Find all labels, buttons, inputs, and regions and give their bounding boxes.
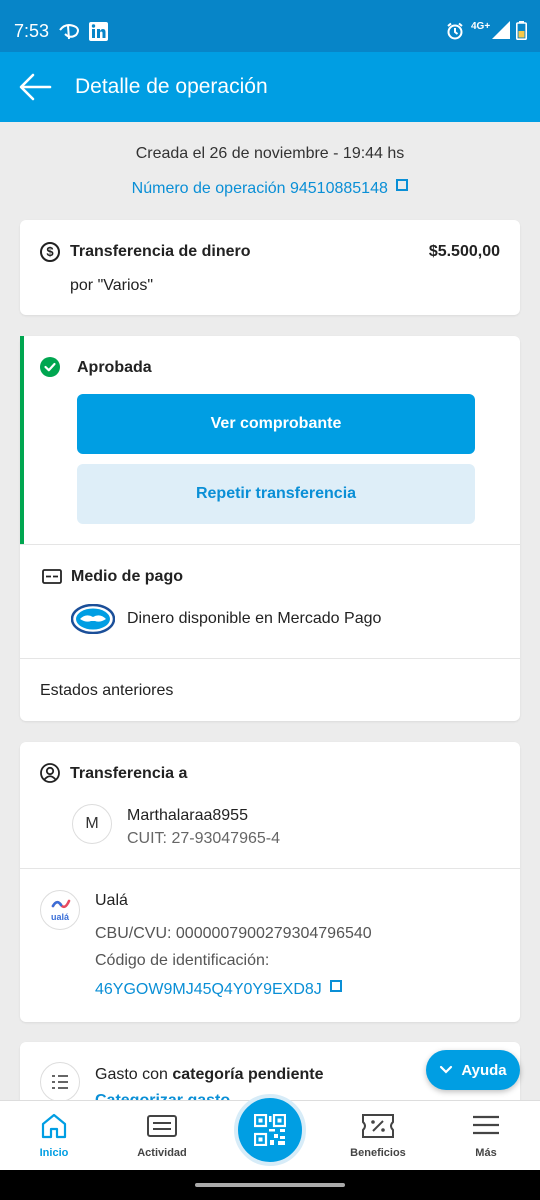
bank-logo-text: ualá	[50, 912, 69, 922]
linkedin-icon	[89, 22, 108, 41]
status-time: 7:53	[14, 21, 50, 41]
recipient-title: Transferencia a	[70, 765, 188, 782]
help-button[interactable]: Ayuda	[426, 1050, 520, 1090]
repeat-transfer-button[interactable]: Repetir transferencia	[77, 464, 475, 524]
alarm-icon	[447, 22, 463, 40]
id-value-copy[interactable]: 46YGOW9MJ45Q4Y0Y9EXD8J	[95, 980, 343, 999]
activity-icon	[147, 1115, 177, 1137]
nav-actividad[interactable]: Actividad	[108, 1101, 216, 1171]
copy-icon[interactable]	[396, 179, 409, 191]
home-icon	[41, 1113, 67, 1139]
app-bar: Detalle de operación	[0, 52, 540, 122]
nav-inicio[interactable]: Inicio	[0, 1101, 108, 1171]
copy-icon[interactable]	[330, 980, 343, 992]
recipient-cuit: CUIT: 27-93047965-4	[127, 830, 280, 847]
payment-title: Medio de pago	[71, 568, 183, 585]
status-card: Aprobada Ver comprobante Repetir transfe…	[20, 336, 520, 721]
list-icon	[40, 1062, 80, 1102]
divider	[20, 544, 520, 545]
nav-beneficios[interactable]: Beneficios	[324, 1101, 432, 1171]
bank-name: Ualá	[95, 892, 128, 909]
network-label: 4G+	[471, 21, 491, 32]
ticket-icon	[362, 1114, 394, 1138]
bank-logo: ualá	[40, 890, 80, 930]
nav-label-inicio: Inicio	[39, 1147, 69, 1159]
battery-icon	[516, 21, 527, 40]
operation-number-label: Número de operación 94510885148	[131, 180, 388, 197]
signal-icon	[492, 21, 510, 39]
payment-method: Dinero disponible en Mercado Pago	[127, 610, 382, 627]
summary-subtitle: por "Varios"	[70, 277, 154, 294]
nav-mas[interactable]: Más	[432, 1101, 540, 1171]
nav-label-beneficios: Beneficios	[350, 1147, 406, 1159]
nav-label-actividad: Actividad	[137, 1147, 187, 1159]
list-lines-icon	[52, 1075, 68, 1089]
menu-icon	[473, 1115, 499, 1135]
qr-icon	[254, 1114, 286, 1146]
system-nav-bar	[0, 1170, 540, 1200]
qr-scan-button[interactable]	[234, 1094, 306, 1166]
status-accent-bar	[20, 336, 24, 544]
user-icon	[40, 763, 60, 783]
avatar: M	[72, 804, 112, 844]
recipient-card: Transferencia a M Marthalaraa8955 CUIT: …	[20, 742, 520, 1022]
category-text: Gasto con categoría pendiente	[95, 1066, 324, 1084]
summary-amount: $5.500,00	[428, 243, 500, 260]
back-arrow-icon[interactable]	[18, 72, 52, 102]
home-gesture-handle[interactable]	[195, 1183, 345, 1187]
uala-wave-icon	[51, 899, 71, 909]
disney-icon	[59, 24, 79, 40]
status-label: Aprobada	[77, 359, 152, 376]
created-date: Creada el 26 de noviembre - 19:44 hs	[135, 145, 405, 162]
nav-label-mas: Más	[475, 1147, 497, 1159]
card-icon	[42, 569, 62, 584]
id-value: 46YGOW9MJ45Q4Y0Y9EXD8J	[95, 981, 322, 998]
previous-states-link[interactable]: Estados anteriores	[40, 682, 173, 700]
dollar-icon: $	[40, 242, 60, 262]
mercado-pago-logo-icon	[71, 604, 115, 634]
page-title: Detalle de operación	[75, 75, 268, 98]
recipient-name: Marthalaraa8955	[127, 807, 248, 824]
divider	[20, 658, 520, 659]
check-circle-icon	[40, 357, 60, 377]
category-bold: categoría pendiente	[172, 1066, 324, 1083]
chevron-down-icon	[440, 1065, 453, 1074]
bank-cbu: CBU/CVU: 0000007900279304796540	[95, 925, 372, 942]
view-receipt-button[interactable]: Ver comprobante	[77, 394, 475, 454]
help-label: Ayuda	[461, 1061, 507, 1079]
id-label: Código de identificación:	[95, 952, 270, 969]
transfer-summary-card: $ Transferencia de dinero $5.500,00 por …	[20, 220, 520, 315]
operation-number[interactable]: Número de operación 94510885148	[0, 179, 540, 198]
category-prefix: Gasto con	[95, 1066, 173, 1083]
status-bar: 7:53 4G+	[0, 0, 540, 52]
avatar-initial: M	[85, 815, 99, 832]
summary-title: Transferencia de dinero	[70, 243, 251, 260]
divider	[20, 868, 520, 869]
